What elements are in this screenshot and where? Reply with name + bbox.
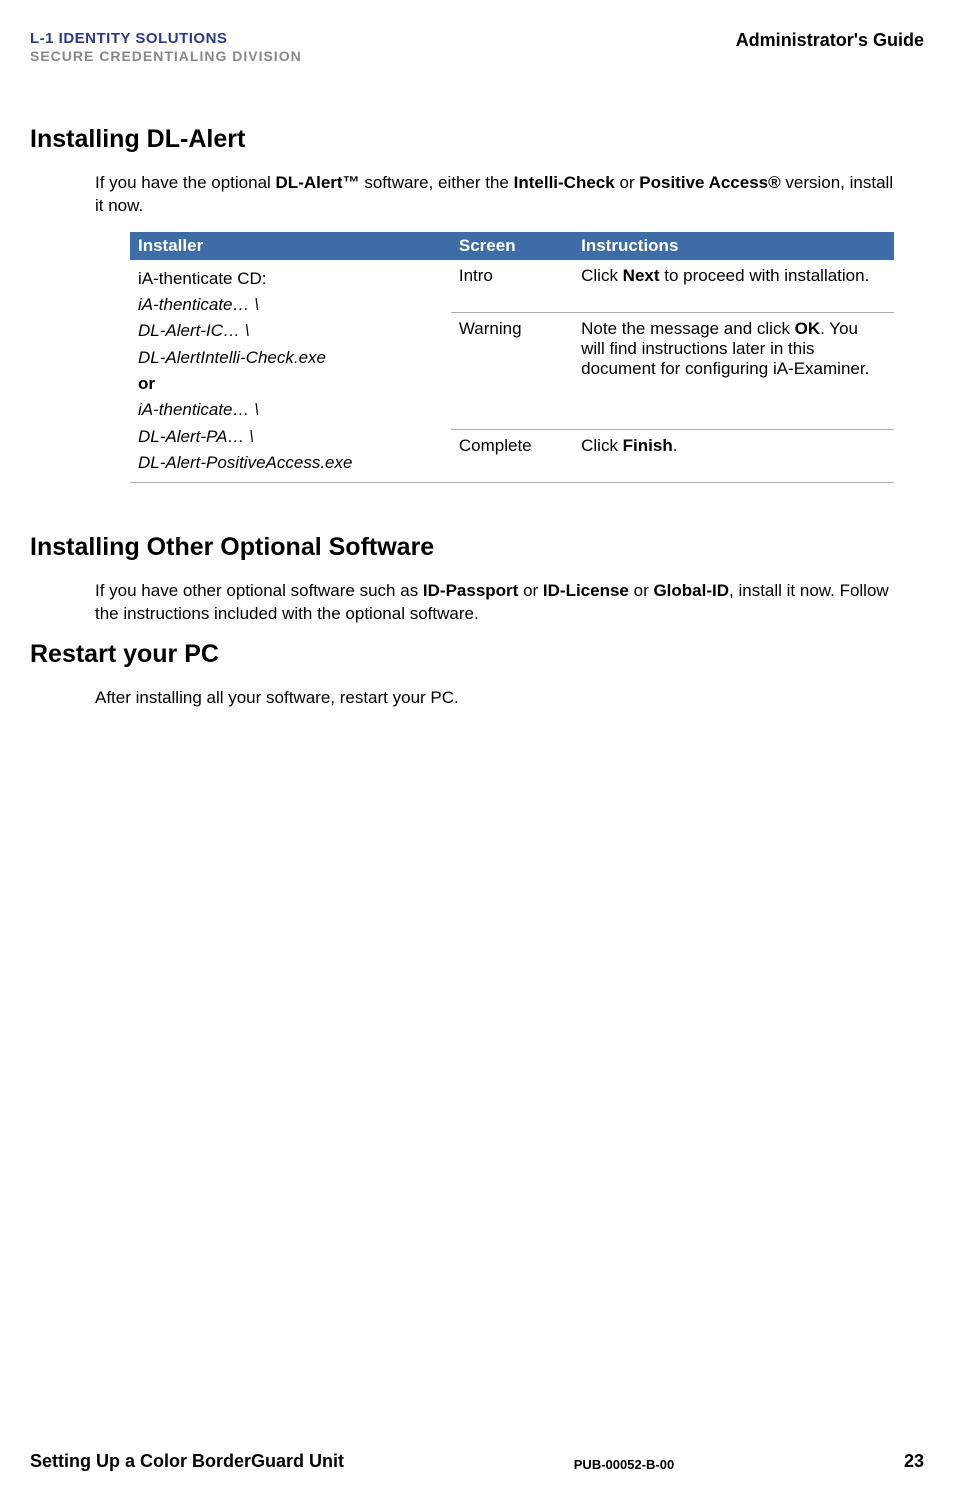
installer-line: iA-thenticate… \ <box>138 397 443 423</box>
text: software, either the <box>360 173 514 192</box>
text: or <box>518 581 543 600</box>
text-bold: Intelli-Check <box>514 173 615 192</box>
installer-line: DL-Alert-PositiveAccess.exe <box>138 450 443 476</box>
installer-line: iA-thenticate… \ <box>138 292 443 318</box>
screen-cell: Complete <box>451 430 573 483</box>
th-installer: Installer <box>130 232 451 260</box>
page-footer: Setting Up a Color BorderGuard Unit PUB-… <box>30 1451 924 1472</box>
heading-restart: Restart your PC <box>30 640 924 669</box>
screen-cell: Intro <box>451 260 573 312</box>
heading-other-software: Installing Other Optional Software <box>30 533 924 562</box>
heading-dl-alert: Installing DL-Alert <box>30 125 924 154</box>
restart-block: After installing all your software, rest… <box>95 687 904 710</box>
text: Note the message and click <box>581 319 795 338</box>
footer-left: Setting Up a Color BorderGuard Unit <box>30 1451 344 1472</box>
text-bold: Global-ID <box>653 581 729 600</box>
text: . <box>673 436 678 455</box>
install-table: Installer Screen Instructions iA-thentic… <box>130 232 894 484</box>
logo-line2: SECURE CREDENTIALING DIVISION <box>30 48 302 65</box>
screen-cell: Warning <box>451 312 573 430</box>
installer-line: DL-Alert-IC… \ <box>138 318 443 344</box>
other-software-block: If you have other optional software such… <box>95 580 904 626</box>
dl-alert-intro: If you have the optional DL-Alert™ softw… <box>95 172 904 218</box>
page-header: L-1 IDENTITY SOLUTIONS SECURE CREDENTIAL… <box>30 30 924 65</box>
th-screen: Screen <box>451 232 573 260</box>
text: or <box>629 581 654 600</box>
instructions-cell: Note the message and click OK. You will … <box>573 312 894 430</box>
text-bold: DL-Alert™ <box>276 173 360 192</box>
logo-line1: L-1 IDENTITY SOLUTIONS <box>30 30 302 48</box>
text-bold: Next <box>623 266 660 285</box>
install-table-wrap: Installer Screen Instructions iA-thentic… <box>130 232 894 484</box>
th-instructions: Instructions <box>573 232 894 260</box>
text: If you have other optional software such… <box>95 581 423 600</box>
table-header-row: Installer Screen Instructions <box>130 232 894 260</box>
installer-cell: iA-thenticate CD: iA-thenticate… \ DL-Al… <box>130 260 451 483</box>
instructions-cell: Click Next to proceed with installation. <box>573 260 894 312</box>
footer-center: PUB-00052-B-00 <box>574 1457 674 1472</box>
text-bold: OK <box>795 319 821 338</box>
text: Click <box>581 436 623 455</box>
installer-line: iA-thenticate CD: <box>138 266 443 292</box>
logo-block: L-1 IDENTITY SOLUTIONS SECURE CREDENTIAL… <box>30 30 302 65</box>
instructions-cell: Click Finish. <box>573 430 894 483</box>
table-row: iA-thenticate CD: iA-thenticate… \ DL-Al… <box>130 260 894 312</box>
text-bold: Positive Access® <box>639 173 780 192</box>
text-bold: Finish <box>623 436 673 455</box>
installer-line: DL-Alert-PA… \ <box>138 424 443 450</box>
installer-line: DL-AlertIntelli-Check.exe <box>138 345 443 371</box>
text: to proceed with installation. <box>660 266 870 285</box>
dl-alert-intro-block: If you have the optional DL-Alert™ softw… <box>95 172 904 218</box>
text: If you have the optional <box>95 173 276 192</box>
restart-body: After installing all your software, rest… <box>95 687 904 710</box>
text: or <box>615 173 640 192</box>
text-bold: ID-License <box>543 581 629 600</box>
text-bold: ID-Passport <box>423 581 518 600</box>
footer-page-number: 23 <box>904 1451 924 1472</box>
doc-title: Administrator's Guide <box>736 30 924 51</box>
other-software-intro: If you have other optional software such… <box>95 580 904 626</box>
text: Click <box>581 266 623 285</box>
installer-line: or <box>138 371 443 397</box>
